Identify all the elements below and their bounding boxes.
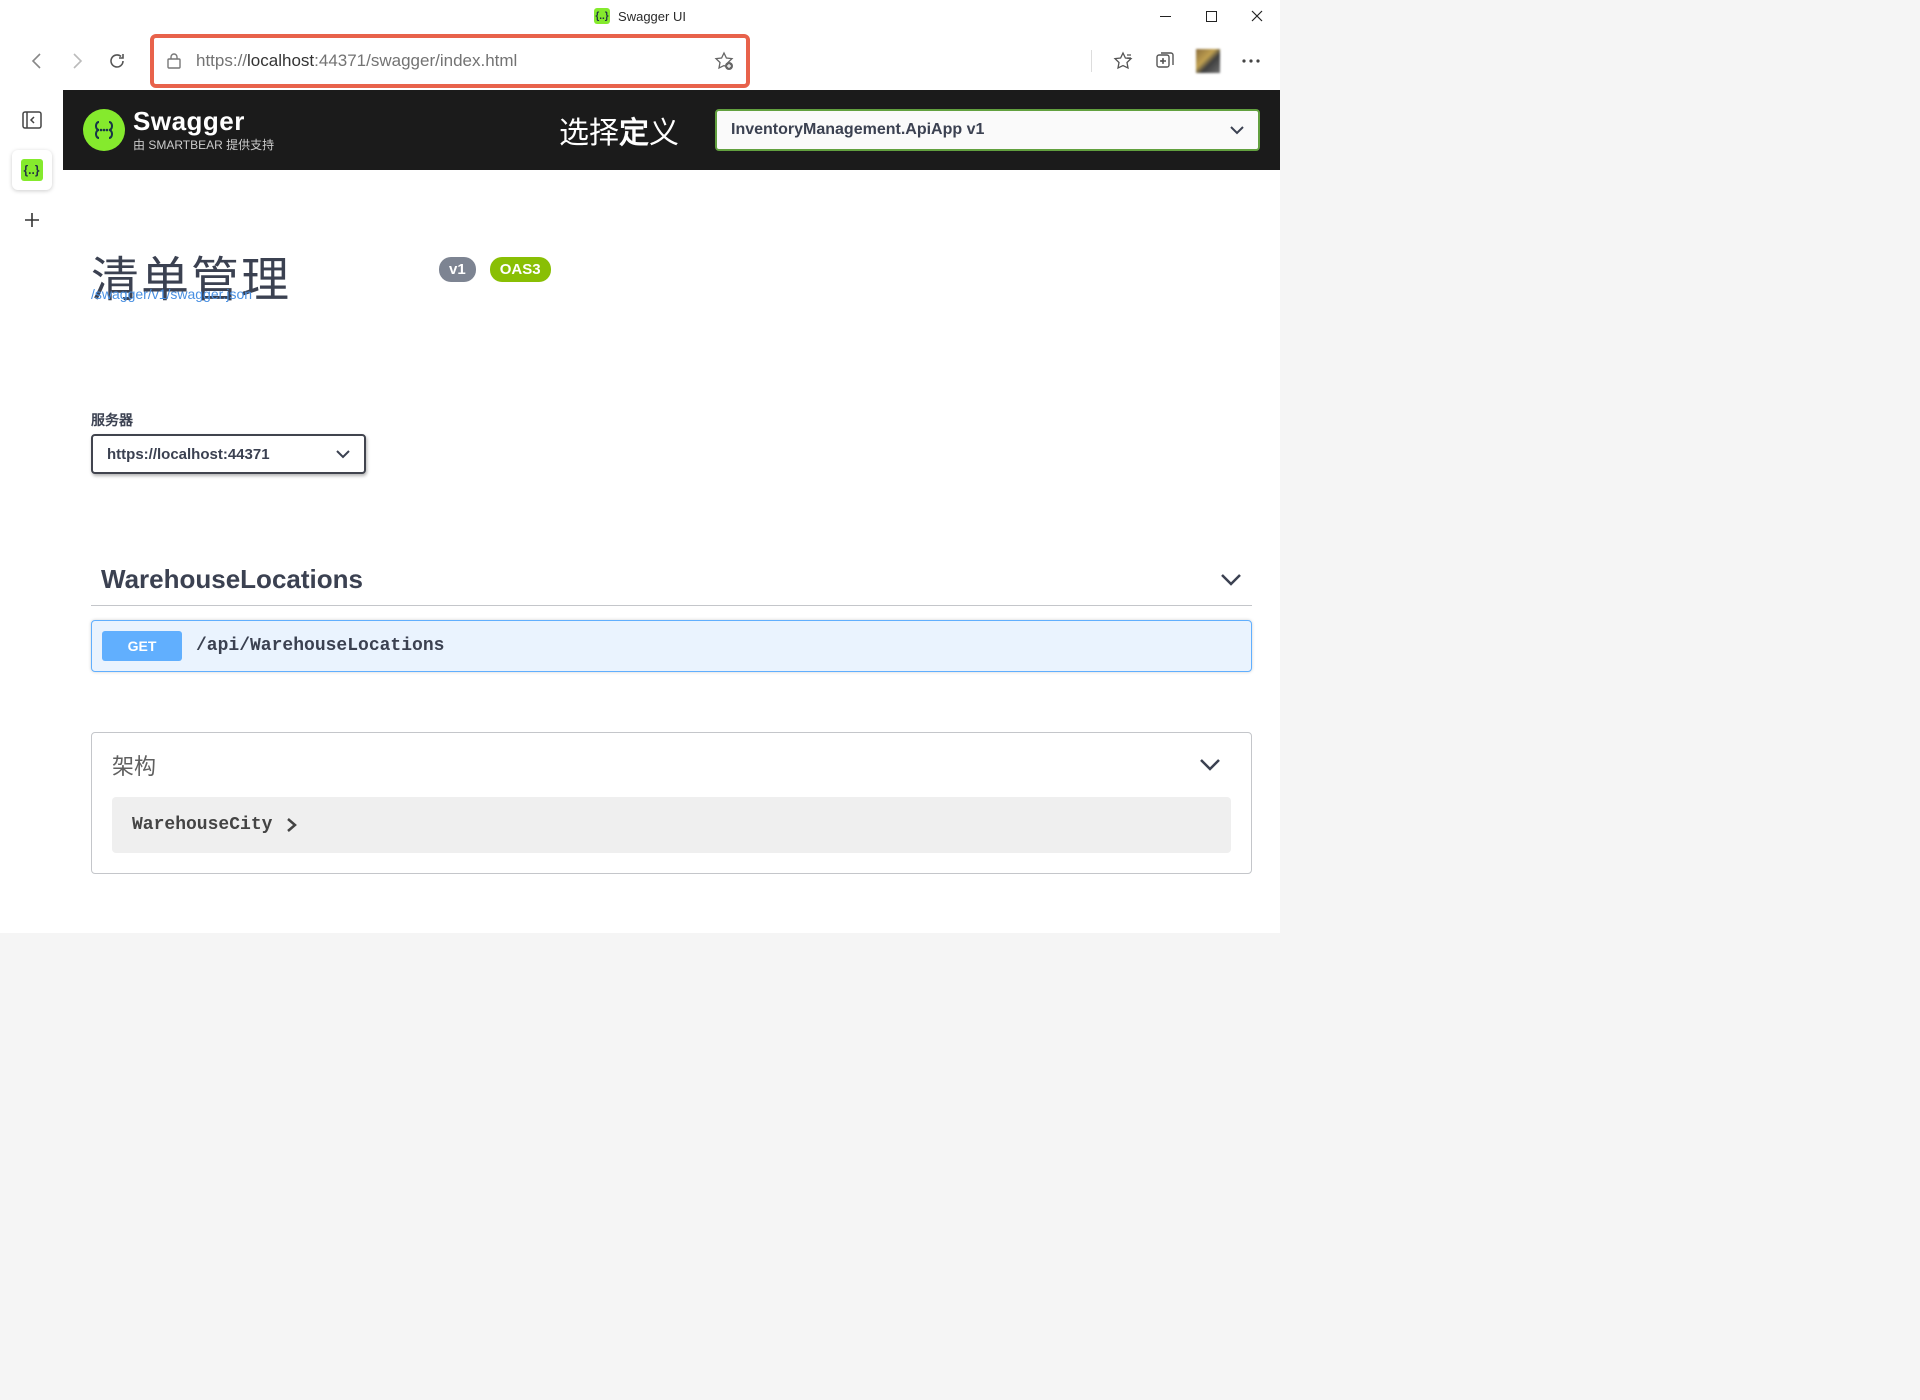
schemas-title: 架构 — [112, 749, 156, 781]
lock-icon — [166, 52, 182, 70]
favorite-icon[interactable] — [714, 51, 734, 71]
operation-path: /api/WarehouseLocations — [196, 636, 444, 656]
schema-item[interactable]: WarehouseCity — [112, 797, 1231, 853]
window-title: Swagger UI — [618, 9, 686, 24]
schema-name: WarehouseCity — [132, 815, 272, 835]
tag-name: WarehouseLocations — [91, 564, 363, 595]
favorites-icon[interactable] — [1112, 50, 1134, 72]
more-icon[interactable] — [1240, 50, 1262, 72]
swagger-favicon: {..} — [21, 159, 43, 181]
swagger-topbar: Swagger 由 SMARTBEAR 提供支持 选择定义 InventoryM… — [63, 90, 1280, 170]
swagger-logo-icon — [83, 109, 125, 151]
chevron-down-icon — [336, 449, 350, 459]
page-content: Swagger 由 SMARTBEAR 提供支持 选择定义 InventoryM… — [63, 90, 1280, 933]
chevron-down-icon — [1230, 125, 1244, 135]
oas-badge: OAS3 — [490, 257, 551, 282]
definition-select[interactable]: InventoryManagement.ApiApp v1 — [715, 109, 1260, 151]
swagger-json-link[interactable]: /swagger/v1/swagger.json — [91, 286, 252, 302]
definition-selected: InventoryManagement.ApiApp v1 — [731, 121, 984, 139]
minimize-button[interactable] — [1142, 0, 1188, 32]
refresh-button[interactable] — [100, 44, 134, 78]
url-text: https://localhost:44371/swagger/index.ht… — [196, 51, 700, 71]
server-select[interactable]: https://localhost:44371 — [91, 434, 366, 474]
app-icon: {..} — [594, 8, 610, 24]
toolbar-divider — [1091, 50, 1092, 72]
title-bar: {..} Swagger UI — [0, 0, 1280, 32]
chevron-down-icon — [1199, 758, 1231, 772]
tab-swagger[interactable]: {..} — [12, 150, 52, 190]
vertical-tab-strip: {..} — [0, 90, 63, 933]
back-button[interactable] — [20, 44, 54, 78]
servers-label: 服务器 — [91, 410, 1252, 430]
tag-header[interactable]: WarehouseLocations — [91, 564, 1252, 606]
swagger-logo: Swagger 由 SMARTBEAR 提供支持 — [83, 108, 274, 153]
chevron-right-icon — [286, 817, 298, 833]
swagger-brand: Swagger — [133, 108, 274, 134]
version-badge: v1 — [439, 257, 476, 282]
operation-block[interactable]: GET /api/WarehouseLocations — [91, 620, 1252, 672]
collections-icon[interactable] — [1154, 50, 1176, 72]
new-tab-button[interactable] — [12, 200, 52, 240]
maximize-button[interactable] — [1188, 0, 1234, 32]
schemas-header[interactable]: 架构 — [92, 733, 1251, 797]
swagger-byline: 由 SMARTBEAR 提供支持 — [133, 136, 274, 153]
chevron-down-icon — [1220, 573, 1252, 587]
profile-avatar[interactable] — [1196, 49, 1220, 73]
server-selected: https://localhost:44371 — [107, 446, 270, 463]
http-method-badge: GET — [102, 631, 182, 661]
close-button[interactable] — [1234, 0, 1280, 32]
select-definition-label: 选择定义 — [559, 108, 679, 152]
tab-actions-icon[interactable] — [12, 100, 52, 140]
address-bar-highlighted[interactable]: https://localhost:44371/swagger/index.ht… — [150, 34, 750, 88]
browser-toolbar: https://localhost:44371/swagger/index.ht… — [0, 32, 1280, 90]
forward-button[interactable] — [60, 44, 94, 78]
